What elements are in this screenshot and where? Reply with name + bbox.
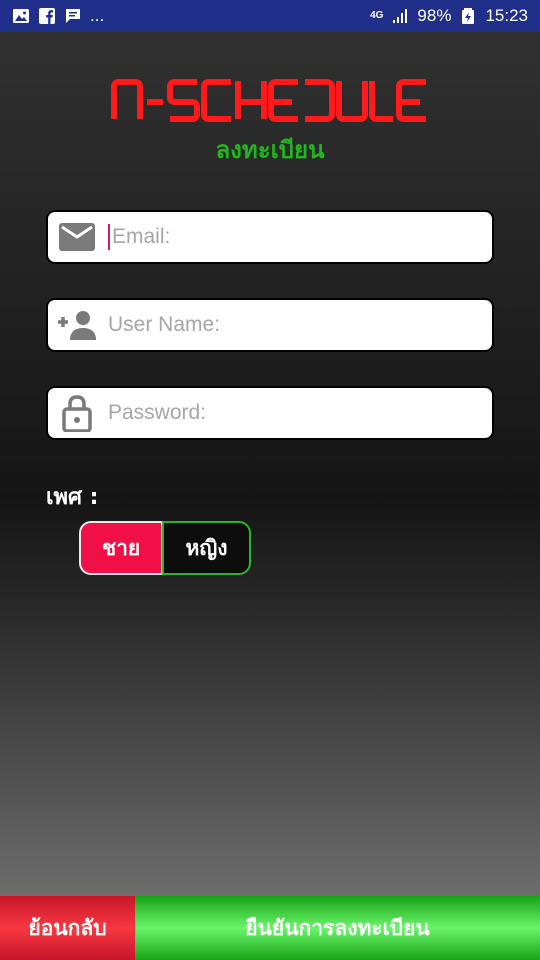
app-logo [0, 78, 540, 122]
username-input[interactable] [108, 313, 478, 337]
message-icon [64, 7, 82, 25]
battery-charging-icon [459, 7, 477, 25]
password-input[interactable] [108, 401, 478, 425]
status-bar-left: ... [12, 6, 104, 26]
back-button[interactable]: ย้อนกลับ [0, 896, 135, 960]
image-icon [12, 7, 30, 25]
password-field[interactable] [46, 386, 494, 440]
status-bar: ... 4G 98% 15:23 [0, 0, 540, 32]
lock-icon [48, 394, 106, 432]
facebook-icon [38, 7, 56, 25]
gender-male-button[interactable]: ชาย [79, 521, 163, 575]
register-button[interactable]: ยืนยันการลงทะเบียน [135, 896, 540, 960]
notification-overflow: ... [90, 6, 105, 25]
status-bar-right: 4G 98% 15:23 [370, 6, 528, 26]
add-person-icon [48, 310, 106, 340]
username-field[interactable] [46, 298, 494, 352]
battery-percent: 98% [417, 6, 452, 25]
gender-female-button[interactable]: หญิง [162, 521, 251, 575]
page-subtitle: ลงทะเบียน [215, 136, 325, 164]
text-cursor [108, 224, 110, 250]
email-input[interactable] [112, 225, 482, 249]
email-field[interactable] [46, 210, 494, 264]
gender-toggle: ชาย หญิง [79, 521, 251, 575]
mail-icon [48, 223, 106, 251]
signal-icon [391, 7, 409, 25]
app-logo-graphic [111, 79, 426, 122]
network-type: 4G [370, 10, 384, 21]
clock: 15:23 [485, 6, 528, 25]
gender-label: เพศ : [46, 485, 99, 510]
